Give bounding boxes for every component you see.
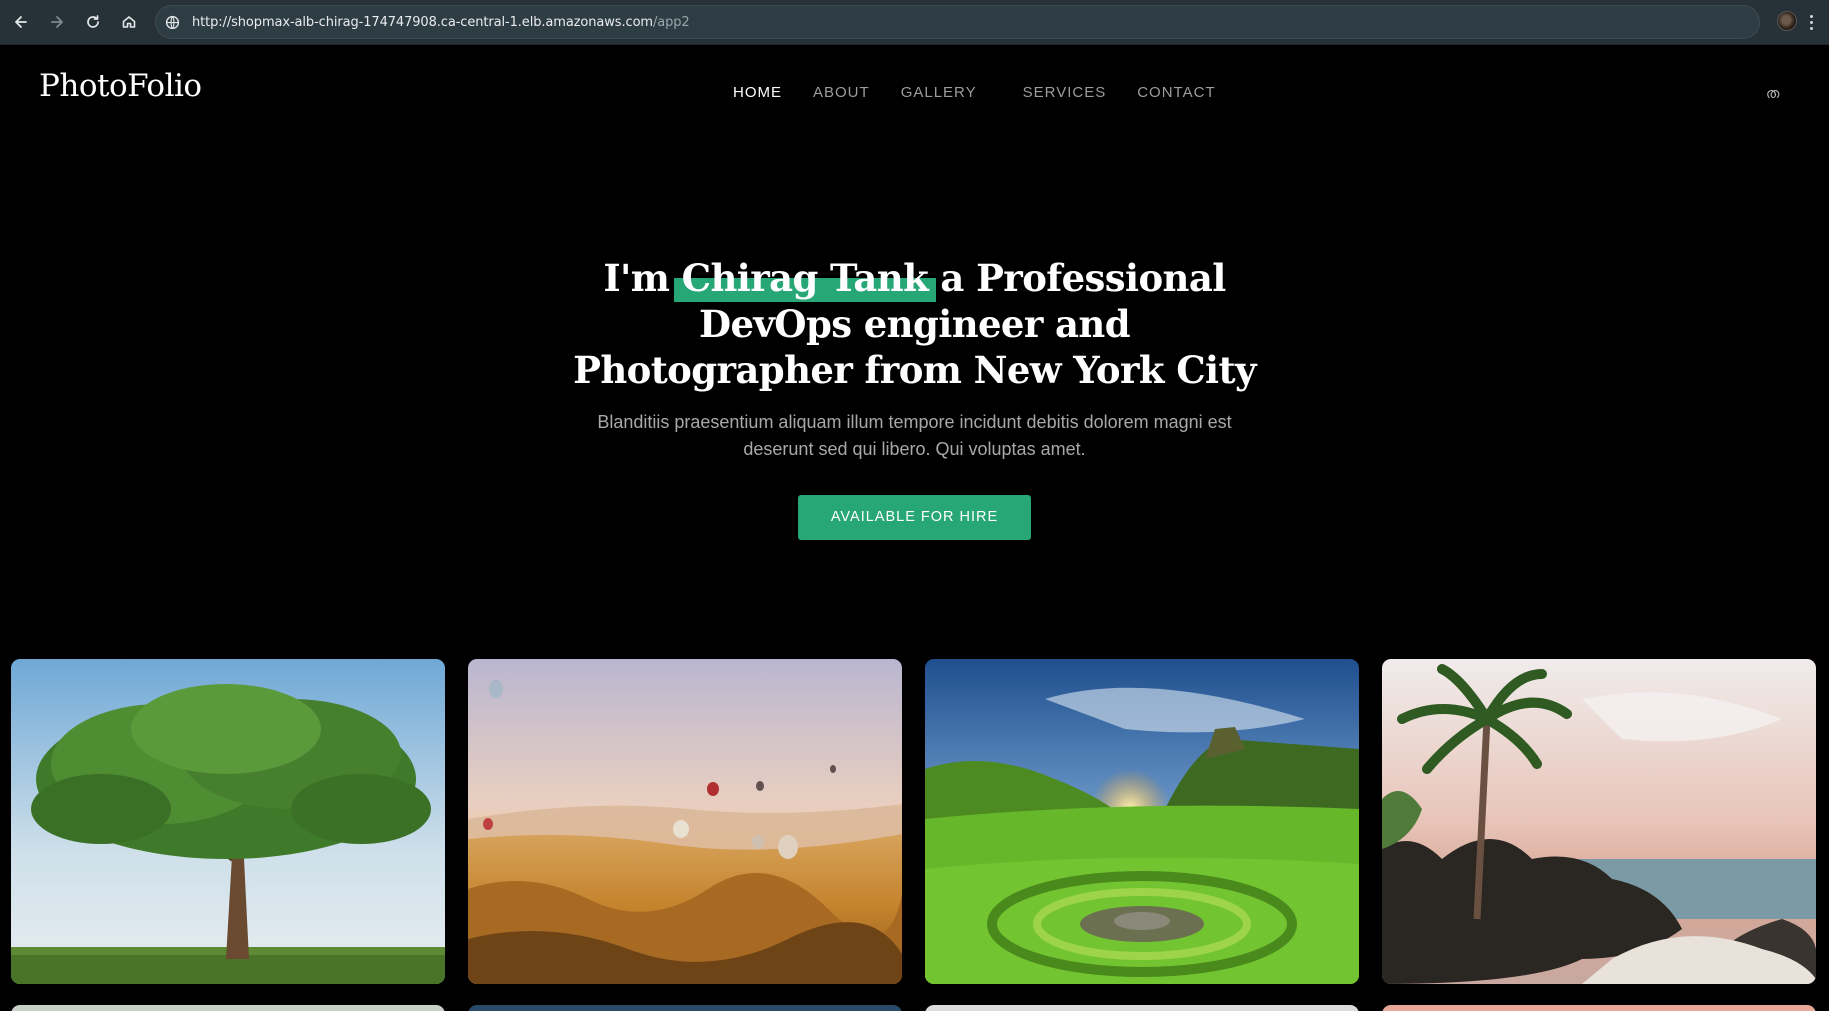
site-logo[interactable]: PhotoFolio <box>39 68 202 104</box>
browser-toolbar: http://shopmax-alb-chirag-174747908.ca-c… <box>0 0 1829 45</box>
gallery-item-valley[interactable] <box>925 659 1359 984</box>
gallery-peek-4 <box>1382 1005 1816 1011</box>
reload-icon[interactable] <box>80 9 106 35</box>
url-text[interactable]: http://shopmax-alb-chirag-174747908.ca-c… <box>192 15 690 30</box>
hero-title-prefix: I'm <box>603 256 682 300</box>
nav-gallery[interactable]: GALLERY <box>901 84 977 101</box>
url-path: /app2 <box>652 14 690 30</box>
forward-arrow-icon[interactable] <box>44 9 70 35</box>
gallery-row-2-peek <box>11 1005 1819 1011</box>
hero-title: I'm Chirag Tank a Professional DevOps en… <box>565 255 1265 393</box>
balloons-image <box>468 659 902 984</box>
url-host: http://shopmax-alb-chirag-174747908.ca-c… <box>192 14 653 30</box>
gallery-item-beach[interactable] <box>1382 659 1816 984</box>
back-arrow-icon[interactable] <box>8 9 34 35</box>
tree-image <box>11 659 445 984</box>
gallery-grid <box>11 659 1819 984</box>
nav-home[interactable]: HOME <box>733 84 782 101</box>
site-info-icon[interactable] <box>164 14 180 30</box>
gallery-item-tree[interactable] <box>11 659 445 984</box>
nav-services[interactable]: SERVICES <box>1023 84 1107 101</box>
gallery-peek-1 <box>11 1005 445 1011</box>
menu-dots-icon[interactable] <box>1803 11 1819 33</box>
nav-contact[interactable]: CONTACT <box>1137 84 1215 101</box>
nav-about[interactable]: ABOUT <box>813 84 870 101</box>
beach-image <box>1382 659 1816 984</box>
available-for-hire-button[interactable]: AVAILABLE FOR HIRE <box>798 495 1031 540</box>
main-nav: HOME ABOUT GALLERY SERVICES CONTACT <box>733 84 1216 101</box>
gallery-peek-3 <box>925 1005 1359 1011</box>
address-bar[interactable]: http://shopmax-alb-chirag-174747908.ca-c… <box>155 5 1760 39</box>
header-toggle-icon[interactable]: ത <box>1766 85 1779 102</box>
hero-name-highlight: Chirag Tank <box>673 255 936 302</box>
valley-image <box>925 659 1359 984</box>
gallery-peek-2 <box>468 1005 902 1011</box>
hero-section: I'm Chirag Tank a Professional DevOps en… <box>0 255 1829 540</box>
home-icon[interactable] <box>116 9 142 35</box>
hero-title-name: Chirag Tank <box>681 256 929 300</box>
hero-subtitle: Blanditiis praesentium aliquam illum tem… <box>597 412 1232 459</box>
site-header: PhotoFolio HOME ABOUT GALLERY SERVICES C… <box>0 46 1829 142</box>
gallery-item-balloons[interactable] <box>468 659 902 984</box>
profile-avatar[interactable] <box>1777 11 1797 31</box>
